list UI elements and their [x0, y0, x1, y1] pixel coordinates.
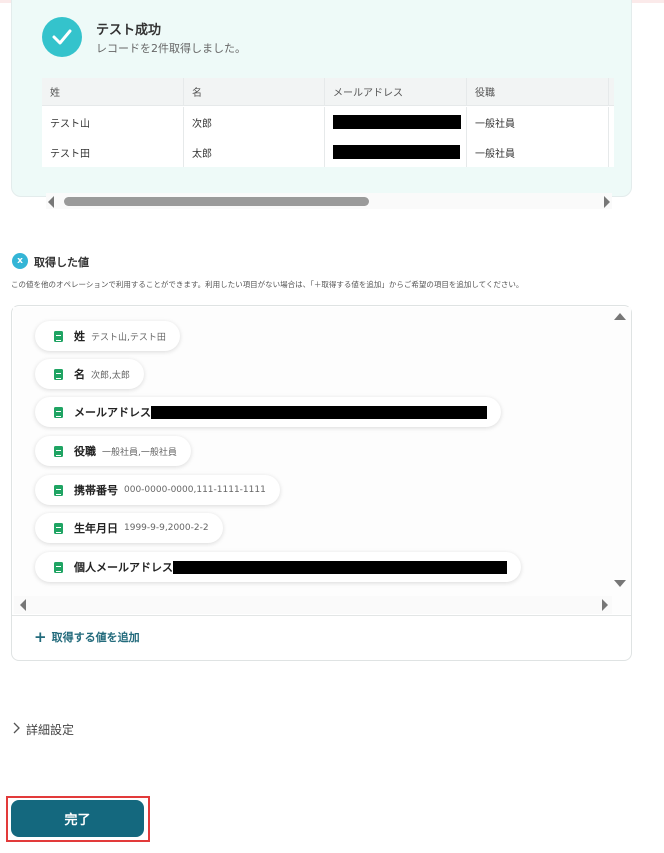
acquired-values-description: この値を他のオペレーションで利用することができます。利用したい項目がない場合は、…	[11, 280, 524, 289]
details-toggle[interactable]: 詳細設定	[12, 721, 74, 738]
value-chip-birthdate[interactable]: 生年月日 1999-9-9,2000-2-2	[35, 513, 223, 543]
check-icon	[42, 17, 82, 57]
add-value-link[interactable]: + 取得する値を追加	[34, 629, 140, 645]
table-horizontal-scrollbar[interactable]	[46, 193, 612, 209]
acquired-values-title: 取得した値	[34, 256, 89, 269]
chip-label: 役職	[74, 445, 96, 458]
table-cell: テスト田	[42, 137, 184, 167]
table-row: テスト田 太郎 一般社員	[42, 137, 614, 167]
chip-label: 姓	[74, 330, 85, 343]
chevron-right-icon	[12, 722, 20, 737]
acquired-values-box: 姓 テスト山,テスト田 名 次郎,太郎 メールアドレス 役職 一般社員,一般社員…	[11, 305, 632, 661]
chip-value: テスト山,テスト田	[91, 332, 166, 343]
scroll-up-icon[interactable]	[614, 313, 626, 320]
value-chip-last-name[interactable]: 姓 テスト山,テスト田	[35, 321, 180, 351]
table-cell: テスト山	[42, 107, 184, 137]
result-table: 姓 名 メールアドレス 役職 テスト山 次郎 一般社員 テスト田 太郎 一般社員	[42, 78, 614, 167]
scroll-thumb[interactable]	[64, 197, 369, 206]
redaction-bar	[333, 145, 460, 159]
header-cell: メールアドレス	[325, 78, 467, 105]
table-cell: 太郎	[184, 137, 325, 167]
value-chip-position[interactable]: 役職 一般社員,一般社員	[35, 436, 191, 466]
chip-label: 生年月日	[74, 522, 118, 535]
success-subtitle: レコードを2件取得しました。	[96, 42, 246, 55]
values-horizontal-scrollbar[interactable]	[14, 596, 612, 614]
spreadsheet-icon	[54, 445, 63, 457]
chip-label: 名	[74, 368, 85, 381]
table-cell: 一般社員	[467, 107, 609, 137]
redaction-bar	[151, 405, 487, 419]
redacted-cell	[325, 107, 467, 137]
success-title: テスト成功	[96, 23, 162, 38]
scroll-left-icon[interactable]	[48, 196, 54, 208]
table-cell: 一般社員	[467, 137, 609, 167]
redaction-bar	[333, 115, 461, 129]
chip-value: 一般社員,一般社員	[102, 447, 177, 458]
spreadsheet-icon	[54, 561, 63, 573]
value-chip-personal-email[interactable]: 個人メールアドレス	[35, 552, 521, 582]
scroll-right-icon[interactable]	[602, 599, 608, 611]
chip-value: 1999-9-9,2000-2-2	[124, 523, 209, 533]
scroll-left-icon[interactable]	[20, 599, 26, 611]
chip-label: 個人メールアドレス	[74, 561, 173, 574]
value-chip-email[interactable]: メールアドレス	[35, 397, 501, 427]
chip-label: メールアドレス	[74, 406, 151, 419]
add-value-label: 取得する値を追加	[51, 631, 140, 644]
chip-label: 携帯番号	[74, 484, 118, 497]
table-row: テスト山 次郎 一般社員	[42, 107, 614, 137]
redaction-bar	[173, 560, 507, 574]
plus-icon: +	[34, 627, 47, 646]
variable-icon: x	[12, 253, 28, 269]
chip-value: 000-0000-0000,111-1111-1111	[124, 485, 266, 495]
redacted-cell	[325, 137, 467, 167]
table-cell: 次郎	[184, 107, 325, 137]
spreadsheet-icon	[54, 522, 63, 534]
header-cell: 名	[184, 78, 325, 105]
scroll-down-icon[interactable]	[614, 580, 626, 587]
values-list: 姓 テスト山,テスト田 名 次郎,太郎 メールアドレス 役職 一般社員,一般社員…	[13, 307, 631, 614]
value-chip-first-name[interactable]: 名 次郎,太郎	[35, 359, 144, 389]
header-cell: 姓	[42, 78, 184, 105]
header-cell: 役職	[467, 78, 609, 105]
scroll-right-icon[interactable]	[604, 196, 610, 208]
spreadsheet-icon	[54, 368, 63, 380]
value-chip-mobile[interactable]: 携帯番号 000-0000-0000,111-1111-1111	[35, 475, 280, 505]
spreadsheet-icon	[54, 406, 63, 418]
done-button[interactable]: 完了	[11, 800, 144, 837]
details-label: 詳細設定	[26, 723, 75, 737]
table-header: 姓 名 メールアドレス 役職	[42, 78, 614, 106]
spreadsheet-icon	[54, 330, 63, 342]
chip-value: 次郎,太郎	[91, 370, 130, 381]
divider	[12, 615, 631, 616]
spreadsheet-icon	[54, 484, 63, 496]
